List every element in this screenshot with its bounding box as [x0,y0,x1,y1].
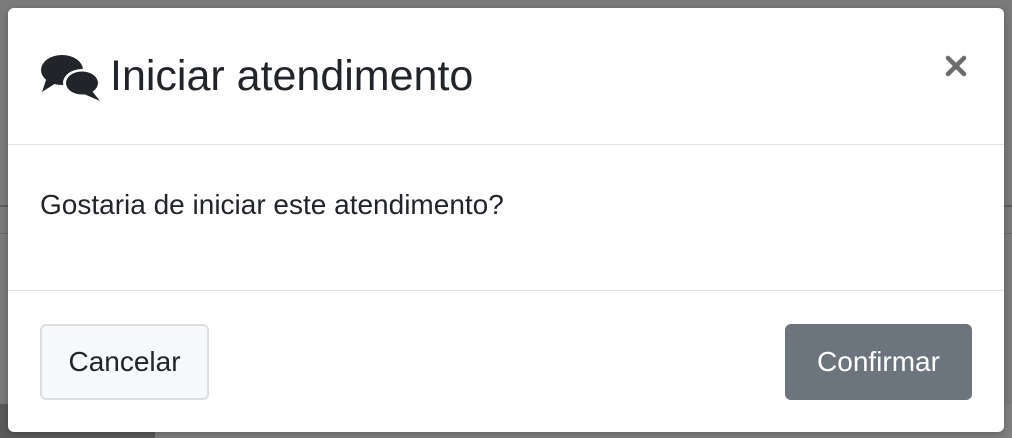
dialog-message: Gostaria de iniciar este atendimento? [40,189,504,220]
dialog-title: Iniciar atendimento [110,52,474,100]
start-service-dialog: Iniciar atendimento Gostaria de iniciar … [8,8,1004,432]
dialog-header: Iniciar atendimento [8,8,1004,145]
close-icon [945,55,967,77]
dialog-body: Gostaria de iniciar este atendimento? [8,145,1004,291]
dialog-footer: Cancelar Confirmar [8,291,1004,432]
comments-icon [40,50,102,102]
confirm-button[interactable]: Confirmar [785,324,972,400]
close-button[interactable] [936,46,976,86]
cancel-button[interactable]: Cancelar [40,324,209,400]
